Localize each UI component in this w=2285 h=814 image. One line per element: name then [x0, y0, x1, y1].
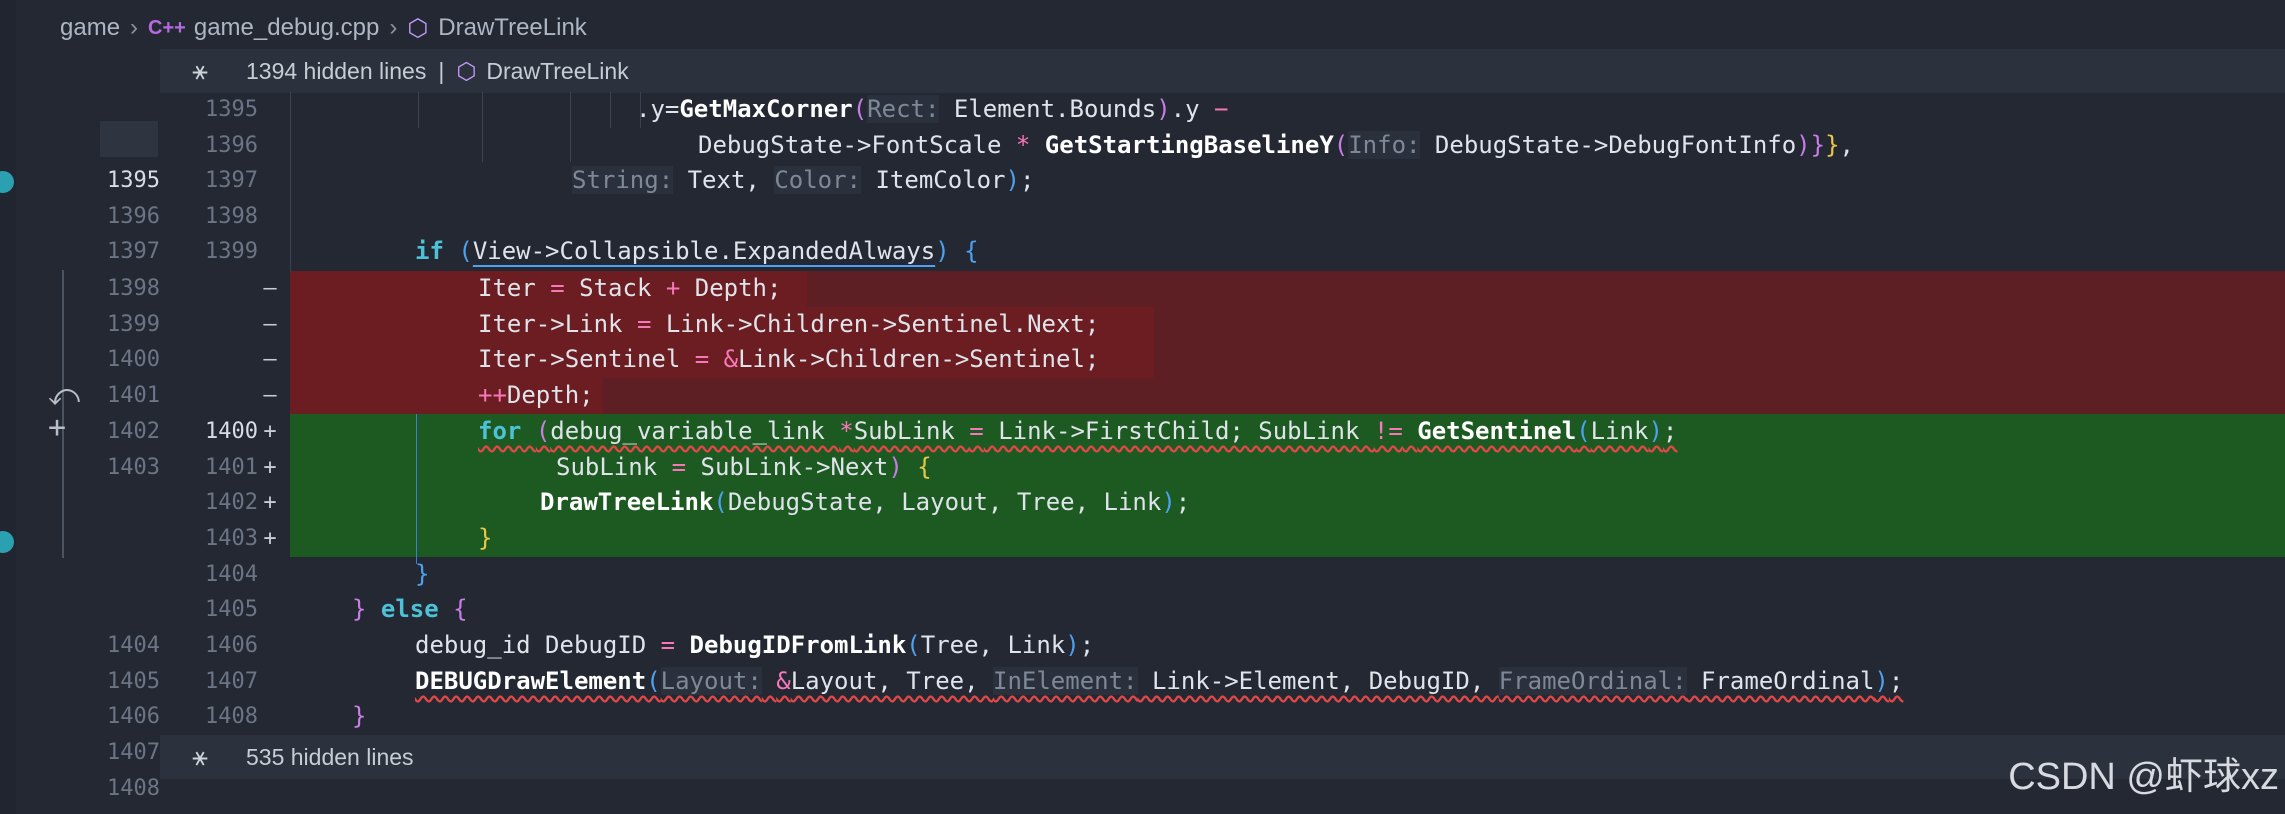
removed-line-marker: — — [263, 347, 277, 372]
unfold-icon[interactable]: ⚹ — [176, 741, 224, 773]
added-line-marker: + — [263, 526, 277, 551]
code-line[interactable]: } — [415, 557, 429, 593]
added-line-marker: + — [263, 419, 277, 444]
code-line-added[interactable]: } — [478, 521, 492, 557]
indent-guide — [418, 92, 419, 128]
code-line[interactable]: debug_id DebugID = DebugIDFromLink(Tree,… — [415, 628, 1094, 664]
code-line[interactable]: String: Text, Color: ItemColor); — [572, 163, 1034, 199]
chevron-right-icon: › — [389, 14, 398, 41]
code-line-removed[interactable]: ++Depth; — [478, 378, 594, 414]
line-number-original: 1403 — [107, 455, 160, 480]
code-line[interactable]: DEBUGDrawElement(Layout: &Layout, Tree, … — [415, 664, 1903, 700]
line-number-original: 1399 — [107, 312, 160, 337]
line-number-modified: 1404 — [205, 562, 258, 587]
line-number-original: 1406 — [107, 704, 160, 729]
symbol-icon: ⬡ — [407, 14, 429, 42]
line-number-original: 1396 — [107, 204, 160, 229]
code-line-removed[interactable]: Iter->Sentinel = &Link->Children->Sentin… — [478, 342, 1099, 378]
line-number-modified: 1398 — [205, 204, 258, 229]
removed-line-marker: — — [263, 276, 277, 301]
code-line-removed[interactable]: Iter->Link = Link->Children->Sentinel.Ne… — [478, 307, 1099, 343]
cpp-file-icon: C++ — [148, 16, 186, 39]
watermark: CSDN @虾球xz — [2008, 756, 2279, 798]
line-number-original: 1404 — [107, 633, 160, 658]
line-number-modified: 1407 — [205, 669, 258, 694]
code-line-added[interactable]: DrawTreeLink(DebugState, Layout, Tree, L… — [540, 485, 1190, 521]
notification-badge-icon[interactable] — [0, 531, 14, 553]
line-number-original: 1401 — [107, 383, 160, 408]
removed-line-marker: — — [263, 383, 277, 408]
code-line[interactable]: if (View->Collapsible.ExpandedAlways) { — [415, 234, 979, 270]
hidden-lines-bar-top[interactable]: ⚹ 1394 hidden lines | ⬡ DrawTreeLink — [160, 49, 2285, 93]
code-line-added[interactable]: for (debug_variable_link *SubLink = Link… — [478, 414, 1677, 450]
line-number-original: 1408 — [107, 776, 160, 801]
code-line[interactable]: .y=GetMaxCorner(Rect: Element.Bounds).y … — [636, 92, 1228, 128]
stage-plus-icon[interactable]: + — [48, 410, 66, 445]
removed-line-marker: — — [263, 312, 277, 337]
indent-guide — [610, 92, 611, 128]
line-number-modified: 1406 — [205, 633, 258, 658]
hidden-lines-bar-bottom[interactable]: ⚹ 535 hidden lines — [160, 735, 2285, 779]
line-number-modified: 1400 — [205, 419, 258, 444]
hidden-lines-count: 1394 hidden lines — [246, 57, 427, 84]
separator: | — [438, 57, 445, 84]
line-number-modified: 1396 — [205, 133, 258, 158]
added-line-marker: + — [263, 490, 277, 515]
code-line[interactable]: DebugState->FontScale * GetStartingBasel… — [698, 128, 1854, 164]
line-number-modified: 1397 — [205, 168, 258, 193]
code-line[interactable]: } else { — [352, 592, 468, 628]
symbol-icon: ⬡ — [456, 57, 477, 84]
code-line-removed[interactable]: Iter = Stack + Depth; — [478, 271, 781, 307]
line-number-original: 1400 — [107, 347, 160, 372]
gutter-highlight — [100, 121, 158, 157]
hidden-lines-symbol: DrawTreeLink — [486, 57, 629, 84]
line-number-modified: 1402 — [205, 490, 258, 515]
activity-bar — [0, 0, 16, 814]
line-number-modified: 1401 — [205, 455, 258, 480]
indent-guide — [570, 92, 571, 162]
hidden-lines-count: 535 hidden lines — [246, 743, 414, 770]
breadcrumb: game › C++ game_debug.cpp › ⬡ DrawTreeLi… — [16, 0, 2285, 56]
line-number-modified: 1408 — [205, 704, 258, 729]
code-line-added[interactable]: SubLink = SubLink->Next) { — [556, 450, 932, 486]
line-number-original: 1407 — [107, 740, 160, 765]
line-number-modified: 1399 — [205, 239, 258, 264]
added-line-marker: + — [263, 455, 277, 480]
line-number-original: 1395 — [107, 168, 160, 193]
breadcrumb-file[interactable]: game_debug.cpp — [194, 14, 379, 42]
line-number-original: 1398 — [107, 276, 160, 301]
line-number-modified: 1395 — [205, 97, 258, 122]
revert-arrow-icon[interactable]: ⤺ — [48, 378, 80, 413]
line-number-original: 1397 — [107, 239, 160, 264]
indent-guide — [482, 92, 483, 162]
chevron-right-icon: › — [130, 14, 139, 41]
line-number-modified: 1405 — [205, 597, 258, 622]
line-number-modified: 1403 — [205, 526, 258, 551]
notification-badge-icon[interactable] — [0, 171, 14, 193]
breadcrumb-symbol[interactable]: DrawTreeLink — [438, 14, 587, 42]
breadcrumb-folder[interactable]: game — [60, 14, 120, 42]
line-number-original: 1402 — [107, 419, 160, 444]
indent-guide — [290, 92, 291, 272]
code-line[interactable]: } — [352, 699, 366, 735]
line-number-original: 1405 — [107, 669, 160, 694]
indent-guide-active — [416, 414, 417, 564]
unfold-icon[interactable]: ⚹ — [176, 55, 224, 87]
